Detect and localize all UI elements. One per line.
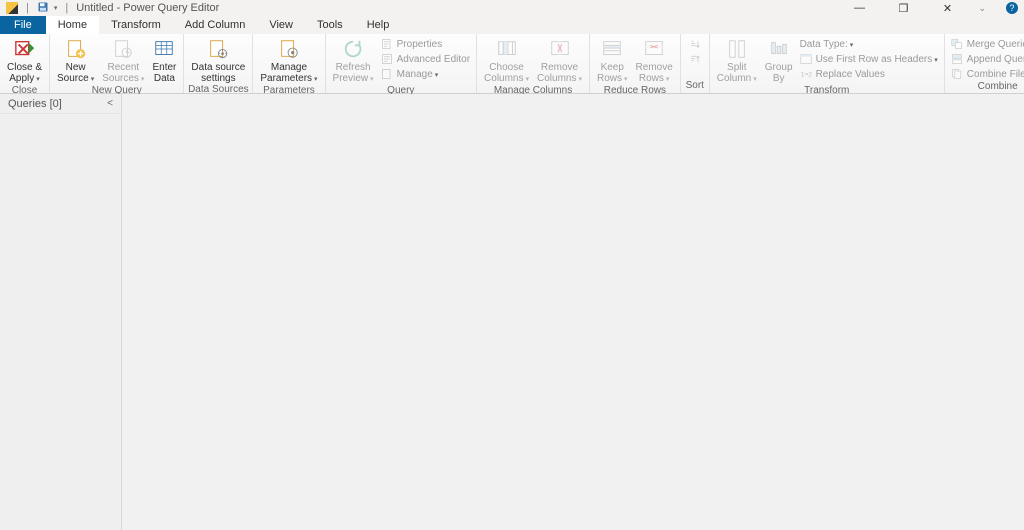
app-icon [6,2,18,14]
data-type-button[interactable]: Data Type: [798,37,940,51]
group-manage-columns: Choose Columns Remove Columns Manage Col… [477,34,590,93]
group-reduce-rows: Keep Rows Remove Rows Reduce Rows [590,34,681,93]
minimize-button[interactable]: — [846,2,872,14]
window-title: Untitled - Power Query Editor [76,2,219,14]
queries-title: Queries [0] [8,98,62,110]
group-data-sources: Data source settings Data Sources [184,34,253,93]
advanced-editor-button[interactable]: Advanced Editor [379,52,472,66]
properties-button[interactable]: Properties [379,37,472,51]
group-combine: Merge Queries Append Queries Combine Fil… [945,34,1024,93]
sort-desc-button[interactable] [687,53,703,67]
group-label-sort: Sort [681,80,709,93]
tab-transform[interactable]: Transform [99,16,173,34]
merge-queries-button[interactable]: Merge Queries [949,37,1024,51]
queries-pane: Queries [0] < [0,94,122,530]
save-icon[interactable] [37,1,49,16]
svg-text:2: 2 [808,71,812,78]
tab-add-column[interactable]: Add Column [173,16,258,34]
group-transform: Split Column Group By Data Type: Use Fir… [710,34,945,93]
combine-files-button[interactable]: Combine Files [949,67,1024,81]
choose-columns-button[interactable]: Choose Columns [481,36,532,85]
replace-values-button[interactable]: 12Replace Values [798,67,940,81]
append-queries-button[interactable]: Append Queries [949,52,1024,66]
remove-columns-button[interactable]: Remove Columns [534,36,585,85]
keep-rows-button[interactable]: Keep Rows [594,36,631,85]
manage-parameters-button[interactable]: Manage Parameters [257,36,320,85]
group-label-combine: Combine [945,81,1024,93]
group-close: Close & Apply Close [0,34,50,93]
group-by-button[interactable]: Group By [762,36,796,84]
editor-body: Queries [0] < [0,94,1024,530]
separator: | [26,2,29,14]
remove-rows-button[interactable]: Remove Rows [633,36,676,85]
collapse-queries-icon[interactable]: < [107,98,113,109]
first-row-headers-button[interactable]: Use First Row as Headers [798,52,940,66]
title-bar: | ▾ | Untitled - Power Query Editor — ❐ … [0,0,1024,16]
enter-data-button[interactable]: Enter Data [149,36,179,84]
close-window-button[interactable]: ✕ [934,2,960,15]
recent-sources-button[interactable]: Recent Sources [99,36,147,85]
tab-home[interactable]: Home [46,16,99,34]
tab-file[interactable]: File [0,16,46,34]
help-icon[interactable]: ? [1006,2,1018,14]
group-parameters: Manage Parameters Parameters [253,34,325,93]
maximize-button[interactable]: ❐ [890,2,916,15]
group-new-query: New Source Recent Sources Enter Data New… [50,34,184,93]
data-source-settings-button[interactable]: Data source settings [188,36,248,84]
group-sort: Sort [681,34,710,93]
svg-text:1: 1 [800,71,804,78]
tab-help[interactable]: Help [355,16,402,34]
separator: | [65,2,68,14]
tab-view[interactable]: View [257,16,305,34]
split-column-button[interactable]: Split Column [714,36,760,85]
editor-canvas [122,94,1024,530]
ribbon-tabs: File Home Transform Add Column View Tool… [0,16,1024,34]
refresh-preview-button[interactable]: Refresh Preview [330,36,377,85]
sort-asc-button[interactable] [687,38,703,52]
qat-dropdown-icon[interactable]: ▾ [54,4,58,12]
group-query: Refresh Preview Properties Advanced Edit… [326,34,477,93]
new-source-button[interactable]: New Source [54,36,97,85]
manage-button[interactable]: Manage [379,67,472,81]
close-apply-button[interactable]: Close & Apply [4,36,45,85]
ribbon: Close & Apply Close New Source Recent So… [0,34,1024,94]
ribbon-collapse-icon[interactable]: ⌄ [978,3,986,14]
tab-tools[interactable]: Tools [305,16,355,34]
